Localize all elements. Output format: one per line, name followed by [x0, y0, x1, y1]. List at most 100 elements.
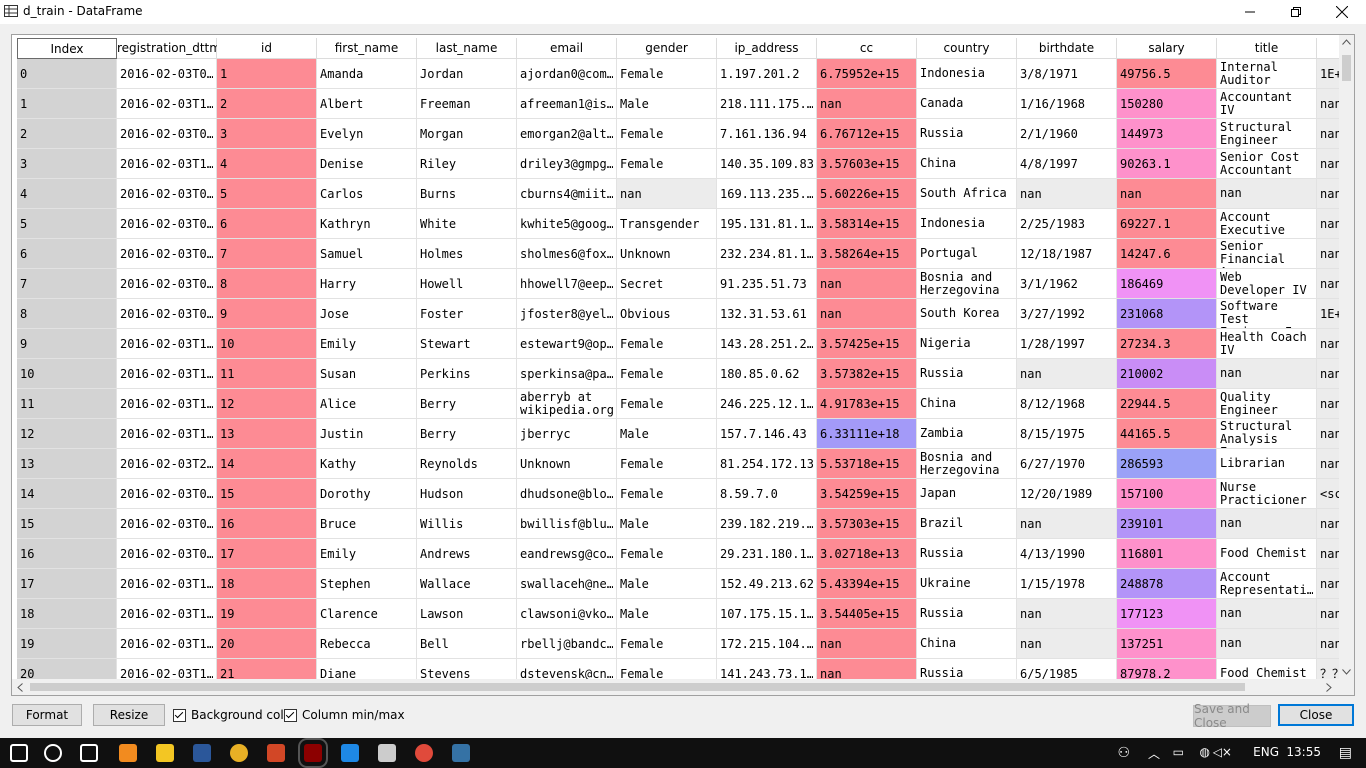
cell-index[interactable]: 0	[17, 59, 117, 89]
cell-registration-dttm[interactable]: 2016-02-03T0…	[117, 119, 217, 149]
cell-id[interactable]: 13	[217, 419, 317, 449]
cell-cc[interactable]: nan	[817, 299, 917, 329]
cell-email[interactable]: bwillisf@blu…	[517, 509, 617, 539]
cell-gender[interactable]: Male	[617, 599, 717, 629]
cell-country[interactable]: Zambia	[917, 419, 1017, 449]
cell-last-name[interactable]: Andrews	[417, 539, 517, 569]
cell-birthdate[interactable]: 1/16/1968	[1017, 89, 1117, 119]
cell-last-name[interactable]: Freeman	[417, 89, 517, 119]
cell-first-name[interactable]: Bruce	[317, 509, 417, 539]
cell-first-name[interactable]: Denise	[317, 149, 417, 179]
cell-last-name[interactable]: Jordan	[417, 59, 517, 89]
battery-icon[interactable]: ▭	[1173, 745, 1184, 759]
cell-country[interactable]: Portugal	[917, 239, 1017, 269]
cell-salary[interactable]: 157100	[1117, 479, 1217, 509]
cell-registration-dttm[interactable]: 2016-02-03T0…	[117, 59, 217, 89]
cell-email[interactable]: jfoster8@yel…	[517, 299, 617, 329]
cell-country[interactable]: Russia	[917, 599, 1017, 629]
vertical-scroll-thumb[interactable]	[1342, 55, 1351, 81]
cell-last-name[interactable]: Willis	[417, 509, 517, 539]
cell-email[interactable]: estewart9@op…	[517, 329, 617, 359]
cell-index[interactable]: 16	[17, 539, 117, 569]
cell-country[interactable]: Ukraine	[917, 569, 1017, 599]
column-minmax-checkbox[interactable]: Column min/max	[284, 708, 405, 722]
column-header-last-name[interactable]: last_name	[417, 38, 517, 59]
column-header-index[interactable]: Index	[17, 38, 117, 59]
chevron-up-icon[interactable]: ︿	[1148, 745, 1160, 762]
cell-title[interactable]: Account Representati…	[1217, 569, 1317, 599]
cell-ip-address[interactable]: 218.111.175.…	[717, 89, 817, 119]
close-window-button[interactable]	[1319, 0, 1365, 24]
cell-id[interactable]: 18	[217, 569, 317, 599]
cell-country[interactable]: South Korea	[917, 299, 1017, 329]
cell-gender[interactable]: Female	[617, 629, 717, 659]
cell-first-name[interactable]: Dorothy	[317, 479, 417, 509]
cell-last-name[interactable]: Morgan	[417, 119, 517, 149]
cell-registration-dttm[interactable]: 2016-02-03T0…	[117, 479, 217, 509]
cell-gender[interactable]: Female	[617, 359, 717, 389]
cell-index[interactable]: 17	[17, 569, 117, 599]
cell-ip-address[interactable]: 195.131.81.1…	[717, 209, 817, 239]
cell-gender[interactable]: Female	[617, 449, 717, 479]
cell-title[interactable]: nan	[1217, 179, 1317, 209]
cell-first-name[interactable]: Albert	[317, 89, 417, 119]
cell-last-name[interactable]: Holmes	[417, 239, 517, 269]
cell-last-name[interactable]: Burns	[417, 179, 517, 209]
spyder-icon[interactable]	[298, 738, 328, 768]
cell-first-name[interactable]: Emily	[317, 539, 417, 569]
cell-index[interactable]: 4	[17, 179, 117, 209]
cell-index[interactable]: 12	[17, 419, 117, 449]
cell-last-name[interactable]: Berry	[417, 389, 517, 419]
cell-email[interactable]: afreeman1@is…	[517, 89, 617, 119]
cell-title[interactable]: Account Executive	[1217, 209, 1317, 239]
cell-birthdate[interactable]: 2/1/1960	[1017, 119, 1117, 149]
restore-button[interactable]	[1273, 0, 1319, 24]
cell-ip-address[interactable]: 169.113.235.…	[717, 179, 817, 209]
cell-registration-dttm[interactable]: 2016-02-03T2…	[117, 449, 217, 479]
cell-ip-address[interactable]: 143.28.251.2…	[717, 329, 817, 359]
cell-registration-dttm[interactable]: 2016-02-03T1…	[117, 629, 217, 659]
cell-index[interactable]: 7	[17, 269, 117, 299]
cell-birthdate[interactable]: 8/12/1968	[1017, 389, 1117, 419]
edge-icon[interactable]	[341, 744, 359, 762]
cell-first-name[interactable]: Justin	[317, 419, 417, 449]
cell-salary[interactable]: 248878	[1117, 569, 1217, 599]
cell-gender[interactable]: Obvious	[617, 299, 717, 329]
cell-cc[interactable]: nan	[817, 89, 917, 119]
cell-first-name[interactable]: Harry	[317, 269, 417, 299]
cell-birthdate[interactable]: nan	[1017, 629, 1117, 659]
cell-registration-dttm[interactable]: 2016-02-03T1…	[117, 389, 217, 419]
cell-birthdate[interactable]: 3/27/1992	[1017, 299, 1117, 329]
cell-gender[interactable]: nan	[617, 179, 717, 209]
cell-cc[interactable]: 3.57603e+15	[817, 149, 917, 179]
cell-first-name[interactable]: Susan	[317, 359, 417, 389]
cell-country[interactable]: Indonesia	[917, 209, 1017, 239]
cell-birthdate[interactable]: nan	[1017, 359, 1117, 389]
groove-icon[interactable]	[415, 744, 433, 762]
cell-id[interactable]: 16	[217, 509, 317, 539]
cell-email[interactable]: aberryb at wikipedia.org	[517, 389, 617, 419]
cell-birthdate[interactable]: 4/13/1990	[1017, 539, 1117, 569]
column-header-gender[interactable]: gender	[617, 38, 717, 59]
cell-ip-address[interactable]: 132.31.53.61	[717, 299, 817, 329]
scroll-left-icon[interactable]	[17, 683, 23, 692]
cell-id[interactable]: 15	[217, 479, 317, 509]
cell-gender[interactable]: Female	[617, 149, 717, 179]
cell-salary[interactable]: 150280	[1117, 89, 1217, 119]
cell-cc[interactable]: 6.76712e+15	[817, 119, 917, 149]
cell-birthdate[interactable]: 2/25/1983	[1017, 209, 1117, 239]
cell-salary[interactable]: 116801	[1117, 539, 1217, 569]
cell-index[interactable]: 1	[17, 89, 117, 119]
cell-salary[interactable]: 210002	[1117, 359, 1217, 389]
cell-title[interactable]: nan	[1217, 599, 1317, 629]
cell-cc[interactable]: 5.43394e+15	[817, 569, 917, 599]
cell-country[interactable]: China	[917, 389, 1017, 419]
column-header-cc[interactable]: cc	[817, 38, 917, 59]
cell-last-name[interactable]: Hudson	[417, 479, 517, 509]
cell-index[interactable]: 15	[17, 509, 117, 539]
sublime-icon[interactable]	[119, 744, 137, 762]
cell-title[interactable]: Structural Engineer	[1217, 119, 1317, 149]
cell-cc[interactable]: 6.33111e+18	[817, 419, 917, 449]
cell-title[interactable]: Health Coach IV	[1217, 329, 1317, 359]
cell-gender[interactable]: Unknown	[617, 239, 717, 269]
